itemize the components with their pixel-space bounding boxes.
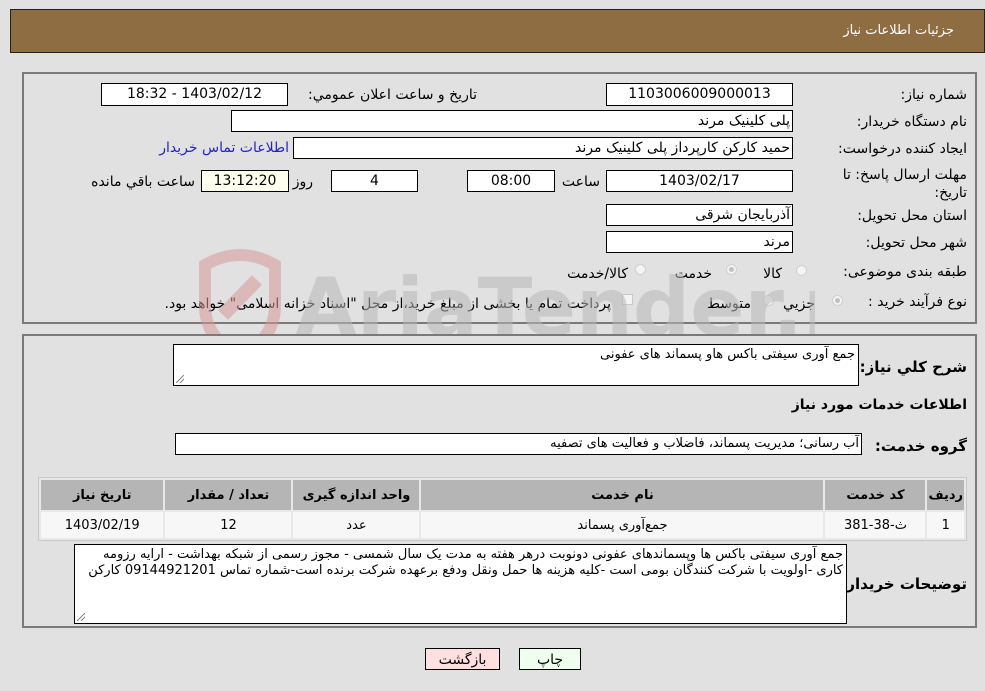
col-quantity: تعداد / مقدار — [165, 480, 292, 510]
city-field: مرند — [606, 231, 793, 253]
deadline-date-field: 1403/02/17 — [606, 170, 793, 192]
province-field: آذربایجان شرقی — [606, 204, 793, 226]
cell-unit: عدد — [293, 512, 420, 538]
need-number-label: شماره نیاز: — [900, 87, 968, 103]
services-table: ردیف کد خدمت نام خدمت واحد اندازه گیری ت… — [38, 477, 967, 541]
process-radio-medium[interactable] — [763, 295, 774, 306]
cell-service-name: جمع‌آوری پسماند — [421, 512, 824, 538]
category-option-goods: کالا — [763, 266, 782, 282]
service-group-label: گروه خدمت: — [874, 437, 967, 455]
deadline-time-label: ساعت — [561, 174, 600, 190]
buyer-notes-text: جمع آوری سیفتی باکس ها وپسماندهای عفونی … — [88, 547, 843, 578]
creator-label: ایجاد کننده درخواست: — [838, 141, 967, 157]
deadline-label: مهلت ارسال پاسخ: تا تاریخ: — [842, 167, 967, 201]
service-group-field: آب رسانی؛ مدیریت پسماند، فاضلاب و فعالیت… — [175, 433, 862, 455]
summary-label: شرح كلي نياز: — [859, 358, 967, 376]
process-label: نوع فرآیند خرید : — [868, 294, 967, 310]
announce-label: تاریخ و ساعت اعلان عمومي: — [308, 87, 477, 103]
category-option-service: خدمت — [674, 266, 712, 282]
buyer-org-field: پلی کلینیک مرند — [231, 110, 793, 132]
col-service-code: کد خدمت — [825, 480, 926, 510]
treasury-note: پرداخت تمام یا بخشی از مبلغ خرید،از محل … — [164, 296, 611, 312]
treasury-checkbox[interactable] — [622, 294, 633, 305]
resize-grip-icon[interactable] — [176, 375, 184, 383]
services-heading: اطلاعات خدمات مورد نیاز — [791, 397, 967, 413]
buyer-org-label: نام دستگاه خریدار: — [856, 114, 967, 130]
col-row-number: ردیف — [927, 480, 964, 510]
province-label: استان محل تحویل: — [857, 208, 967, 224]
process-radio-minor[interactable] — [832, 295, 843, 306]
page-title: جزئیات اطلاعات نیاز — [843, 23, 954, 38]
cell-need-date: 1403/02/19 — [41, 512, 164, 538]
table-header-row: ردیف کد خدمت نام خدمت واحد اندازه گیری ت… — [41, 480, 964, 510]
col-unit: واحد اندازه گیری — [293, 480, 420, 510]
col-need-date: تاریخ نیاز — [41, 480, 164, 510]
category-radio-goods[interactable] — [796, 265, 807, 276]
days-remaining-field: 4 — [331, 170, 418, 192]
cell-service-code: ث-38-381 — [825, 512, 926, 538]
buyer-notes-label: توضیحات خریدار: — [840, 575, 967, 593]
deadline-time-field: 08:00 — [467, 170, 555, 192]
creator-field: حمید کارکن کارپرداز پلی کلینیک مرند — [293, 137, 793, 159]
print-button[interactable]: چاپ — [519, 648, 581, 670]
resize-grip-icon[interactable] — [77, 613, 85, 621]
process-option-medium: متوسط — [707, 296, 751, 312]
time-remaining-label: ساعت باقي مانده — [91, 174, 195, 190]
category-radio-goods-service[interactable] — [635, 264, 646, 275]
need-number-field: 1103006009000013 — [606, 83, 793, 106]
category-label: طبقه بندی موضوعی: — [843, 264, 967, 280]
table-row: 1 ث-38-381 جمع‌آوری پسماند عدد 12 1403/0… — [41, 512, 964, 538]
cell-row-number: 1 — [927, 512, 964, 538]
summary-text: جمع آوری سیفتی باکس هاو پسماند های عفونی — [600, 347, 855, 362]
back-button[interactable]: بازگشت — [425, 648, 500, 670]
cell-quantity: 12 — [165, 512, 292, 538]
category-option-goods-service: کالا/خدمت — [567, 266, 628, 282]
buyer-contact-link[interactable]: اطلاعات تماس خریدار — [159, 140, 289, 156]
buyer-notes-textarea[interactable]: جمع آوری سیفتی باکس ها وپسماندهای عفونی … — [74, 544, 847, 624]
announce-field: 1403/02/12 - 18:32 — [101, 83, 288, 106]
summary-textarea[interactable]: جمع آوری سیفتی باکس هاو پسماند های عفونی — [173, 344, 859, 386]
page-header: جزئیات اطلاعات نیاز — [10, 9, 985, 53]
city-label: شهر محل تحویل: — [865, 235, 967, 251]
col-service-name: نام خدمت — [421, 480, 824, 510]
time-remaining-field: 13:12:20 — [201, 170, 289, 192]
category-radio-service[interactable] — [726, 264, 737, 275]
process-option-minor: جزيي — [783, 296, 815, 312]
